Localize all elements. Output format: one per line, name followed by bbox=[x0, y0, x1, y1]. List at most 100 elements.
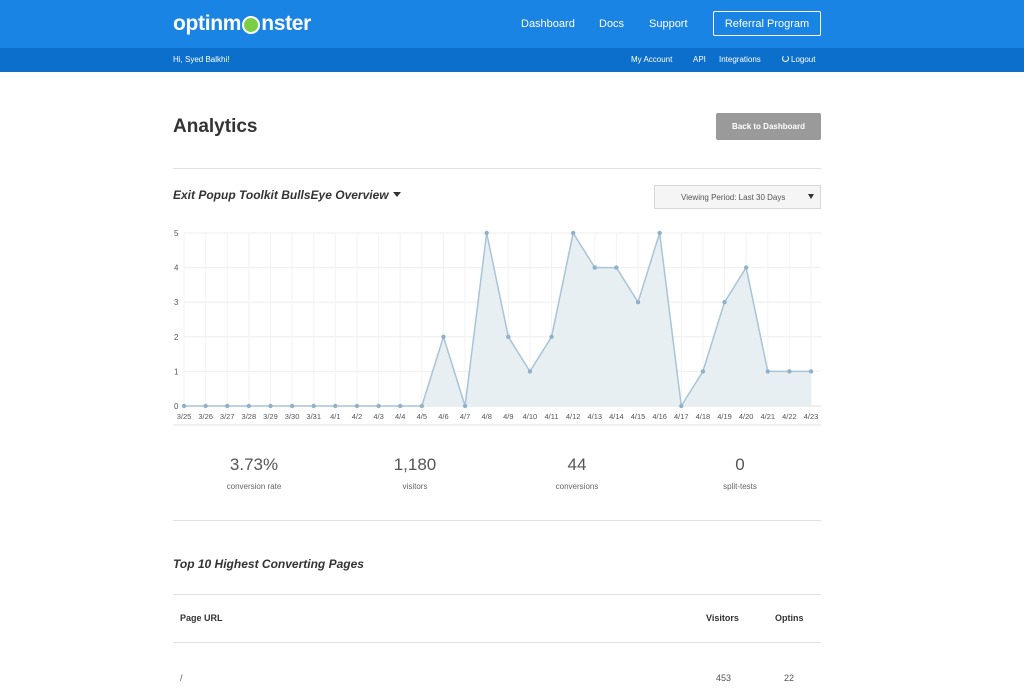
data-point bbox=[808, 369, 814, 374]
select-arrow-icon bbox=[808, 194, 814, 199]
table-row-url[interactable]: / bbox=[180, 673, 183, 683]
campaign-overview-dropdown[interactable]: Exit Popup Toolkit BullsEye Overview bbox=[173, 188, 401, 202]
referral-program-button[interactable]: Referral Program bbox=[713, 11, 821, 36]
data-point bbox=[268, 403, 273, 409]
caret-down-icon bbox=[392, 192, 401, 197]
x-tick-label: 3/30 bbox=[285, 412, 300, 421]
stat-value: 1,180 bbox=[393, 455, 437, 474]
x-tick-label: 4/18 bbox=[696, 412, 711, 421]
data-point bbox=[787, 369, 792, 374]
data-point bbox=[462, 403, 468, 409]
stat-label: visitors bbox=[402, 482, 428, 491]
data-point bbox=[376, 403, 381, 409]
logo-text-start: optinm bbox=[173, 12, 242, 35]
y-tick-label: 0 bbox=[174, 402, 179, 411]
logout-link[interactable]: Logout bbox=[782, 55, 815, 64]
column-header-optins[interactable]: Optins bbox=[775, 613, 804, 623]
x-tick-label: 4/22 bbox=[782, 412, 797, 421]
data-point bbox=[398, 403, 403, 409]
data-point bbox=[419, 403, 425, 409]
x-tick-label: 4/3 bbox=[373, 412, 383, 421]
data-point bbox=[246, 403, 252, 409]
data-point bbox=[592, 265, 597, 270]
data-point bbox=[570, 230, 576, 236]
table-row-visitors: 453 bbox=[716, 673, 732, 683]
stat-value: 44 bbox=[567, 455, 587, 474]
data-point bbox=[311, 403, 316, 409]
y-tick-label: 3 bbox=[174, 298, 179, 307]
table-row-optins: 22 bbox=[784, 673, 795, 683]
data-point bbox=[743, 265, 749, 270]
x-tick-label: 4/21 bbox=[760, 412, 775, 421]
series-area-fill bbox=[184, 233, 811, 406]
x-tick-label: 4/7 bbox=[460, 412, 470, 421]
stat-label: split-tests bbox=[723, 482, 757, 491]
stat-label: conversions bbox=[555, 482, 599, 491]
x-tick-label: 4/23 bbox=[804, 412, 819, 421]
column-header-visitors[interactable]: Visitors bbox=[706, 613, 739, 623]
top-pages-title: Top 10 Highest Converting Pages bbox=[173, 557, 364, 571]
x-tick-label: 3/26 bbox=[198, 412, 213, 421]
account-subbar: Hi, Syed Balkhi! My Account API Integrat… bbox=[0, 48, 1024, 72]
user-greeting: Hi, Syed Balkhi! bbox=[173, 55, 230, 64]
table-header-border bbox=[173, 642, 821, 643]
data-point bbox=[506, 334, 511, 339]
x-tick-label: 4/19 bbox=[717, 412, 732, 421]
logo-text-end: nster bbox=[261, 12, 312, 35]
nav-dashboard-link[interactable]: Dashboard bbox=[521, 18, 575, 30]
data-point bbox=[657, 230, 662, 236]
x-tick-label: 3/27 bbox=[220, 412, 235, 421]
viewing-period-select[interactable]: Viewing Period: Last 30 Days bbox=[654, 185, 821, 209]
monster-icon bbox=[242, 16, 261, 34]
x-tick-label: 4/1 bbox=[330, 412, 340, 421]
stat-conversions: 44 conversions bbox=[497, 455, 657, 491]
column-header-page-url[interactable]: Page URL bbox=[180, 613, 223, 623]
campaign-overview-title: Exit Popup Toolkit BullsEye Overview bbox=[173, 188, 389, 202]
data-point bbox=[549, 334, 554, 339]
x-tick-label: 4/14 bbox=[609, 412, 624, 421]
stat-value: 3.73% bbox=[229, 455, 279, 474]
x-tick-label: 3/25 bbox=[177, 412, 192, 421]
data-point bbox=[181, 403, 187, 409]
x-tick-label: 4/10 bbox=[523, 412, 538, 421]
x-tick-label: 4/6 bbox=[438, 412, 448, 421]
data-point bbox=[722, 300, 727, 305]
data-point bbox=[765, 369, 770, 374]
y-tick-label: 2 bbox=[174, 333, 179, 342]
data-point bbox=[635, 300, 641, 305]
y-tick-label: 4 bbox=[174, 264, 179, 273]
x-tick-label: 4/8 bbox=[481, 412, 491, 421]
data-point bbox=[614, 265, 619, 270]
top-navbar: optinm nster Dashboard Docs Support Refer… bbox=[0, 0, 1024, 48]
x-tick-label: 4/9 bbox=[503, 412, 513, 421]
data-point bbox=[354, 403, 360, 409]
x-tick-label: 4/13 bbox=[587, 412, 602, 421]
api-link[interactable]: API bbox=[693, 55, 706, 64]
y-tick-label: 5 bbox=[174, 229, 179, 238]
nav-support-link[interactable]: Support bbox=[649, 18, 688, 30]
my-account-link[interactable]: My Account bbox=[631, 55, 672, 64]
x-tick-label: 3/31 bbox=[306, 412, 321, 421]
stat-visitors: 1,180 visitors bbox=[335, 455, 495, 491]
nav-docs-link[interactable]: Docs bbox=[599, 18, 624, 30]
power-icon bbox=[782, 55, 789, 62]
data-point bbox=[527, 369, 533, 374]
viewing-period-value: Viewing Period: Last 30 Days bbox=[681, 192, 786, 202]
x-tick-label: 4/20 bbox=[739, 412, 754, 421]
table-top-border bbox=[173, 594, 821, 595]
data-point bbox=[203, 403, 208, 409]
integrations-link[interactable]: Integrations bbox=[719, 55, 761, 64]
x-tick-label: 3/28 bbox=[242, 412, 257, 421]
x-tick-label: 4/2 bbox=[352, 412, 362, 421]
data-point bbox=[289, 403, 295, 409]
divider bbox=[173, 520, 821, 521]
x-tick-label: 4/17 bbox=[674, 412, 689, 421]
data-point bbox=[700, 369, 706, 374]
conversions-area-chart: 0 1 2 3 4 5 3/25 3/26 3/27 3/28 3/29 3/30 3/31 4/1 4/2… bbox=[173, 229, 821, 426]
back-to-dashboard-button[interactable]: Back to Dashboard bbox=[716, 113, 821, 140]
x-tick-label: 4/11 bbox=[545, 412, 559, 421]
divider bbox=[173, 168, 821, 169]
x-tick-label: 4/15 bbox=[631, 412, 646, 421]
optinmonster-logo[interactable]: optinm nster bbox=[173, 12, 311, 36]
x-tick-label: 3/29 bbox=[263, 412, 278, 421]
